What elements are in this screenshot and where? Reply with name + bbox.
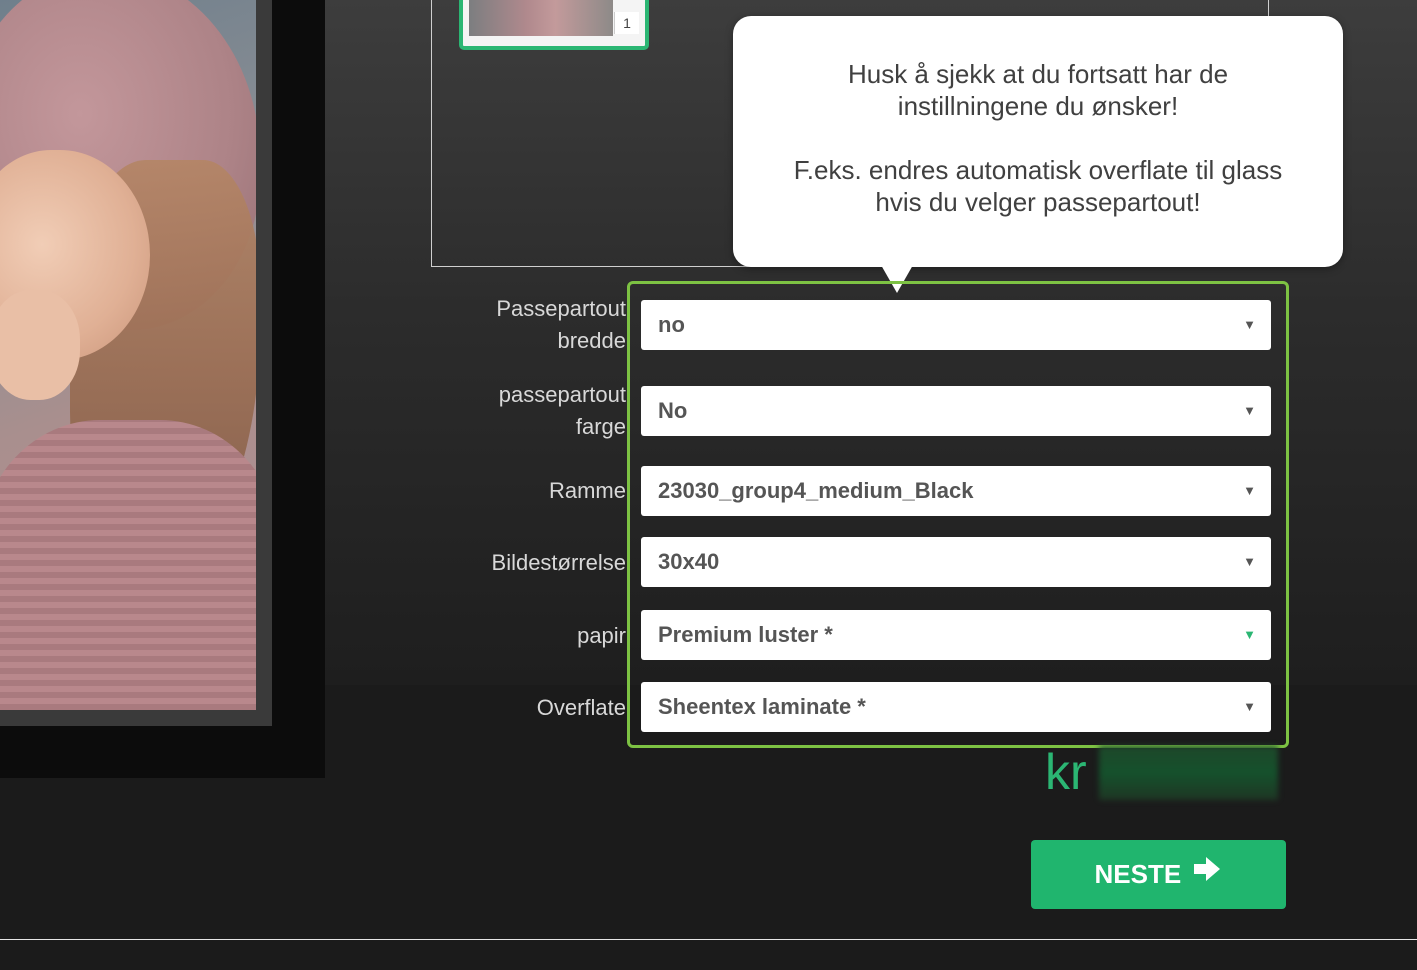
- select-frame[interactable]: 23030_group4_medium_Black ▼: [641, 466, 1271, 516]
- caret-down-icon: ▼: [1243, 554, 1256, 569]
- thumbnail-item[interactable]: 1: [459, 0, 649, 50]
- next-button-label: NESTE: [1094, 859, 1182, 889]
- footer-divider: [0, 939, 1417, 940]
- thumbnail-number: 1: [614, 12, 639, 34]
- price-amount-redacted: [1099, 746, 1278, 800]
- tooltip-line: instillningene du ønsker!: [897, 91, 1179, 121]
- select-value: No: [658, 398, 688, 423]
- select-passepartout-width[interactable]: no ▼: [641, 300, 1271, 350]
- select-image-size[interactable]: 30x40 ▼: [641, 537, 1271, 587]
- thumbnail-image: [469, 0, 613, 36]
- option-label-surface: Overflate: [536, 695, 626, 720]
- option-label-passepartout-width: Passepartout bredde: [496, 296, 626, 353]
- select-paper[interactable]: Premium luster * ▼: [641, 610, 1271, 660]
- frame-preview: [0, 0, 325, 778]
- tooltip-line: F.eks. endres automatisk overflate til g…: [793, 155, 1283, 185]
- caret-down-icon: ▼: [1243, 403, 1256, 418]
- frame-border: [0, 0, 272, 726]
- tooltip-line: Husk å sjekk at du fortsatt har de: [847, 59, 1229, 89]
- caret-down-icon: ▼: [1243, 627, 1256, 642]
- option-label-passepartout-color: passepartout farge: [498, 382, 626, 439]
- next-button[interactable]: NESTE: [1031, 840, 1286, 909]
- select-value: Premium luster *: [658, 622, 833, 647]
- settings-tooltip: Husk å sjekk at du fortsatt har de insti…: [733, 16, 1343, 293]
- caret-down-icon: ▼: [1243, 483, 1256, 498]
- product-photo: [0, 0, 256, 710]
- select-value: no: [658, 312, 685, 337]
- select-value: Sheentex laminate *: [658, 694, 866, 719]
- option-label-frame: Ramme: [548, 478, 626, 503]
- select-passepartout-color[interactable]: No ▼: [641, 386, 1271, 436]
- option-label-image-size: Bildestørrelse: [491, 550, 626, 575]
- arrow-right-icon: [1192, 840, 1222, 909]
- select-value: 30x40: [658, 549, 720, 574]
- select-surface[interactable]: Sheentex laminate * ▼: [641, 682, 1271, 732]
- tooltip-line: hvis du velger passepartout!: [875, 187, 1201, 217]
- caret-down-icon: ▼: [1243, 317, 1256, 332]
- price-currency: kr: [1045, 744, 1087, 800]
- option-label-paper: papir: [577, 623, 626, 648]
- select-value: 23030_group4_medium_Black: [658, 478, 974, 503]
- caret-down-icon: ▼: [1243, 699, 1256, 714]
